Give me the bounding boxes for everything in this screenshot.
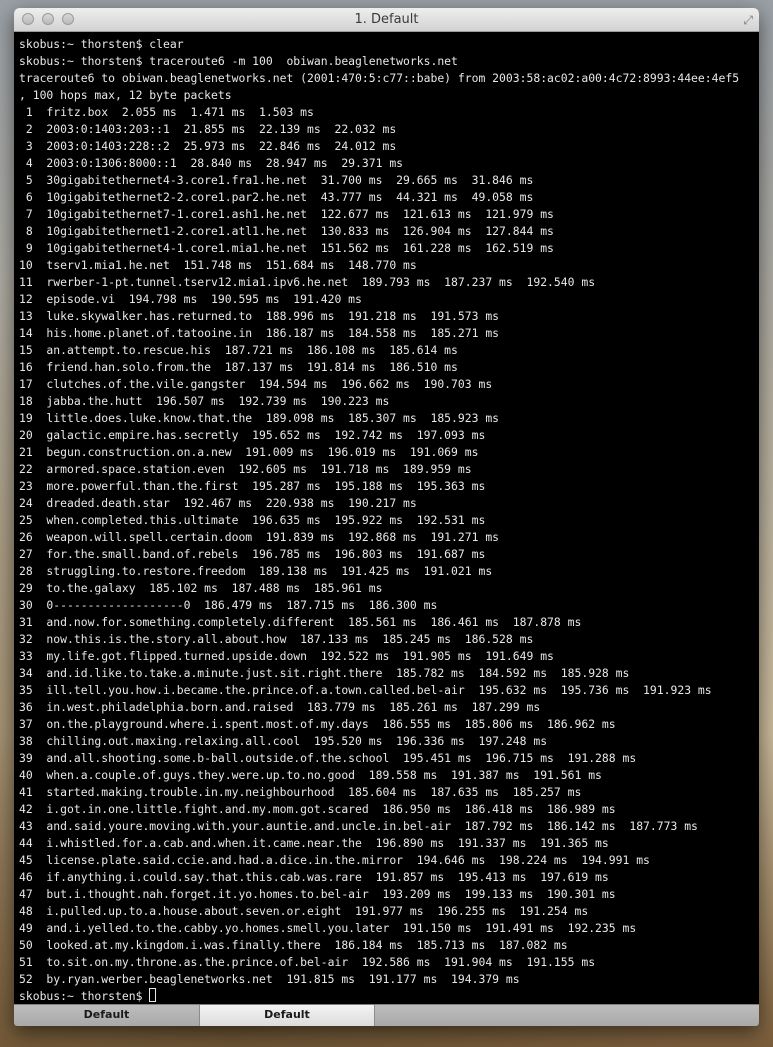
terminal-line: 13 luke.skywalker.has.returned.to 188.99… [19, 309, 500, 323]
terminal-line: 37 on.the.playground.where.i.spent.most.… [19, 717, 616, 731]
terminal-line: 39 and.all.shooting.some.b-ball.outside.… [19, 751, 637, 765]
terminal-line: 2 2003:0:1403:203::1 21.855 ms 22.139 ms… [19, 122, 397, 136]
tab-default-2-active[interactable]: Default [200, 1005, 375, 1026]
terminal-line: 9 10gigabitethernet4-1.core1.mia1.he.net… [19, 241, 554, 255]
terminal-line: 7 10gigabitethernet7-1.core1.ash1.he.net… [19, 207, 554, 221]
text-cursor [149, 988, 157, 1002]
terminal-line: 21 begun.construction.on.a.new 191.009 m… [19, 445, 479, 459]
terminal-line: 17 clutches.of.the.vile.gangster 194.594… [19, 377, 493, 391]
terminal-line: 52 by.ryan.werber.beaglenetworks.net 191… [19, 972, 520, 986]
terminal-line: 5 30gigabitethernet4-3.core1.fra1.he.net… [19, 173, 534, 187]
terminal-line: 33 my.life.got.flipped.turned.upside.dow… [19, 649, 554, 663]
terminal-line: 30 0-------------------0 186.479 ms 187.… [19, 598, 438, 612]
terminal-line: 27 for.the.small.band.of.rebels 196.785 … [19, 547, 486, 561]
terminal-line: 49 and.i.yelled.to.the.cabby.yo.homes.sm… [19, 921, 637, 935]
terminal-line: 45 license.plate.said.ccie.and.had.a.dic… [19, 853, 650, 867]
tab-default-1[interactable]: Default [14, 1005, 200, 1026]
terminal-line: 3 2003:0:1403:228::2 25.973 ms 22.846 ms… [19, 139, 397, 153]
terminal-line: 19 little.does.luke.know.that.the 189.09… [19, 411, 500, 425]
terminal-line: 40 when.a.couple.of.guys.they.were.up.to… [19, 768, 602, 782]
window-title: 1. Default [354, 12, 419, 27]
terminal-line: skobus:~ thorsten$ clear [19, 37, 184, 51]
terminal-line: 47 but.i.thought.nah.forget.it.yo.homes.… [19, 887, 616, 901]
terminal-line: 20 galactic.empire.has.secretly 195.652 … [19, 428, 486, 442]
terminal-line: 11 rwerber-1-pt.tunnel.tserv12.mia1.ipv6… [19, 275, 596, 289]
shell-prompt: skobus:~ thorsten$ [19, 989, 150, 1003]
terminal-line: 25 when.completed.this.ultimate 196.635 … [19, 513, 486, 527]
terminal-line: , 100 hops max, 12 byte packets [19, 88, 232, 102]
terminal-window: 1. Default ⤢ skobus:~ thorsten$ clear sko… [14, 8, 759, 1026]
tab-bar: Default Default [14, 1004, 759, 1026]
terminal-line: 48 i.pulled.up.to.a.house.about.seven.or… [19, 904, 589, 918]
terminal-line: 43 and.said.youre.moving.with.your.aunti… [19, 819, 698, 833]
terminal-line: 51 to.sit.on.my.throne.as.the.prince.of.… [19, 955, 596, 969]
terminal-line: 22 armored.space.station.even 192.605 ms… [19, 462, 472, 476]
terminal-line: 12 episode.vi 194.798 ms 190.595 ms 191.… [19, 292, 362, 306]
terminal-line: 35 ill.tell.you.how.i.became.the.prince.… [19, 683, 712, 697]
terminal-line: 14 his.home.planet.of.tatooine.in 186.18… [19, 326, 500, 340]
terminal-line: 23 more.powerful.than.the.first 195.287 … [19, 479, 486, 493]
terminal-line: 15 an.attempt.to.rescue.his 187.721 ms 1… [19, 343, 458, 357]
terminal-line: traceroute6 to obiwan.beaglenetworks.net… [19, 71, 740, 85]
prompt-line[interactable]: skobus:~ thorsten$ [19, 988, 759, 1004]
title-bar[interactable]: 1. Default ⤢ [14, 8, 759, 32]
terminal-line: 46 if.anything.i.could.say.that.this.cab… [19, 870, 609, 884]
terminal-line: 26 weapon.will.spell.certain.doom 191.83… [19, 530, 500, 544]
terminal-line: 34 and.id.like.to.take.a.minute.just.sit… [19, 666, 630, 680]
terminal-line: 24 dreaded.death.star 192.467 ms 220.938… [19, 496, 417, 510]
terminal-line: 41 started.making.trouble.in.my.neighbou… [19, 785, 582, 799]
terminal-line: 28 struggling.to.restore.freedom 189.138… [19, 564, 493, 578]
terminal-line: skobus:~ thorsten$ traceroute6 -m 100 ob… [19, 54, 458, 68]
terminal-line: 29 to.the.galaxy 185.102 ms 187.488 ms 1… [19, 581, 383, 595]
terminal-line: 1 fritz.box 2.055 ms 1.471 ms 1.503 ms [19, 105, 314, 119]
terminal-line: 31 and.now.for.something.completely.diff… [19, 615, 582, 629]
terminal-line: 10 tserv1.mia1.he.net 151.748 ms 151.684… [19, 258, 417, 272]
terminal-line: 44 i.whistled.for.a.cab.and.when.it.came… [19, 836, 609, 850]
terminal-line: 38 chilling.out.maxing.relaxing.all.cool… [19, 734, 548, 748]
terminal-line: 8 10gigabitethernet1-2.core1.atl1.he.net… [19, 224, 554, 238]
terminal-line: 6 10gigabitethernet2-2.core1.par2.he.net… [19, 190, 534, 204]
terminal-line: 16 friend.han.solo.from.the 187.137 ms 1… [19, 360, 458, 374]
terminal-line: 4 2003:0:1306:8000::1 28.840 ms 28.947 m… [19, 156, 404, 170]
terminal-line: 42 i.got.in.one.little.fight.and.my.mom.… [19, 802, 616, 816]
terminal-line: 50 looked.at.my.kingdom.i.was.finally.th… [19, 938, 568, 952]
terminal-output[interactable]: skobus:~ thorsten$ clear skobus:~ thorste… [14, 32, 759, 1004]
fullscreen-icon[interactable]: ⤢ [743, 13, 753, 28]
terminal-line: 32 now.this.is.the.story.all.about.how 1… [19, 632, 534, 646]
terminal-line: 36 in.west.philadelphia.born.and.raised … [19, 700, 541, 714]
terminal-line: 18 jabba.the.hutt 196.507 ms 192.739 ms … [19, 394, 390, 408]
